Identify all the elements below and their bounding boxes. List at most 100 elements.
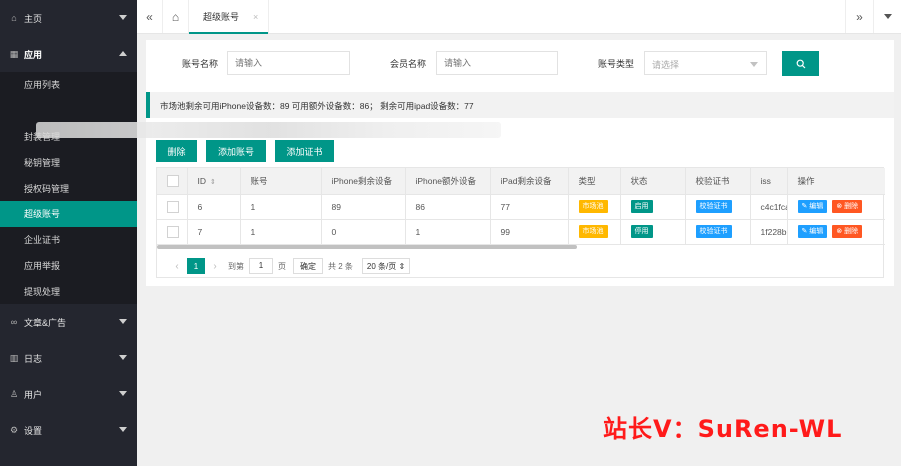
sidebar-group-label: 日志 xyxy=(24,353,43,364)
page-unit-label: 页 xyxy=(278,261,286,271)
top-tab-bar: « ⌂ 超级账号 × » xyxy=(137,0,901,34)
sort-icon[interactable]: ⇕ xyxy=(210,179,216,186)
goto-page-input[interactable]: 1 xyxy=(249,258,273,274)
cell-iphone-left: 0 xyxy=(321,219,406,245)
gear-icon: ⚙ xyxy=(9,424,19,435)
horizontal-scrollbar[interactable] xyxy=(157,245,577,249)
cell-id: 6 xyxy=(187,194,241,220)
edit-button[interactable]: ✎ 编辑 xyxy=(797,200,828,213)
sidebar-submenu: 应用列表 封装管理 秘钥管理 授权码管理 超级账号 企业证书 应用举报 提现处理 xyxy=(0,72,137,305)
app-icon: ▦ xyxy=(9,48,19,59)
header-ipad-left: iPad剩余设备 xyxy=(490,168,569,195)
sidebar-item-auth-codes[interactable]: 授权码管理 xyxy=(0,175,137,201)
account-type-label: 账号类型 xyxy=(598,59,635,69)
user-icon: ♙ xyxy=(9,388,19,399)
header-account: 账号 xyxy=(240,168,322,195)
header-iphone-left: iPhone剩余设备 xyxy=(321,168,406,195)
sidebar-group-home[interactable]: ⌂ 主页 xyxy=(0,0,137,36)
search-icon xyxy=(796,59,805,68)
main-card: 账号名称 会员名称 账号类型 请选择 市场池剩余可用iPhone设备数：89 可… xyxy=(36,40,894,286)
table-row: 7 1 0 1 99 市场池 停用 校验证书 1f228b6 ✎ 编辑 ⊗ 删除 xyxy=(157,219,885,245)
accounts-table: ID ⇕ 账号 iPhone剩余设备 iPhone额外设备 iPad剩余设备 类型… xyxy=(156,167,885,278)
row-checkbox[interactable] xyxy=(167,225,179,238)
blurred-overlay xyxy=(36,122,501,138)
sidebar: ⌂ 主页 ▦ 应用 应用列表 封装管理 秘钥管理 授权码管理 超级账号 企业证书… xyxy=(0,0,137,466)
sidebar-group-articles[interactable]: ∞ 文章&广告 xyxy=(0,304,137,340)
cell-iphone-extra: 86 xyxy=(405,194,491,220)
sidebar-group-settings[interactable]: ⚙ 设置 xyxy=(0,412,137,448)
per-page-select[interactable]: 20 条/页 ⇕ xyxy=(361,258,411,274)
search-form: 账号名称 会员名称 账号类型 请选择 xyxy=(146,51,894,76)
chevron-down-icon xyxy=(883,14,892,19)
status-badge[interactable]: 停用 xyxy=(630,225,653,238)
sidebar-group-label: 用户 xyxy=(24,389,43,400)
scroll-right-icon[interactable]: » xyxy=(845,0,873,33)
home-tab-icon[interactable]: ⌂ xyxy=(163,0,189,33)
cell-iss: 1f228b6 xyxy=(750,219,788,245)
cell-account: 1 xyxy=(240,194,322,220)
close-icon[interactable]: × xyxy=(253,12,258,22)
chevron-down-icon xyxy=(119,15,127,20)
delete-button[interactable]: 删除 xyxy=(156,140,197,162)
sidebar-group-label: 应用 xyxy=(24,49,43,60)
add-cert-button[interactable]: 添加证书 xyxy=(275,140,334,162)
edit-button[interactable]: ✎ 编辑 xyxy=(797,225,828,238)
tab-menu-button[interactable] xyxy=(873,0,901,33)
delete-row-button[interactable]: ⊗ 删除 xyxy=(832,225,863,238)
header-checkbox-cell xyxy=(157,168,188,195)
next-page-icon[interactable]: › xyxy=(207,261,223,272)
sidebar-item-reports[interactable]: 应用举报 xyxy=(0,253,137,279)
sidebar-group-users[interactable]: ♙ 用户 xyxy=(0,376,137,412)
cell-iphone-left: 89 xyxy=(321,194,406,220)
account-type-select[interactable]: 请选择 xyxy=(644,51,767,75)
add-account-button[interactable]: 添加账号 xyxy=(206,140,266,162)
sidebar-item-keys[interactable]: 秘钥管理 xyxy=(0,149,137,175)
type-badge: 市场池 xyxy=(578,225,608,238)
row-checkbox[interactable] xyxy=(167,200,179,213)
header-status: 状态 xyxy=(620,168,686,195)
cell-iss: c4c1fca xyxy=(750,194,788,220)
sidebar-item-super-accounts[interactable]: 超级账号 xyxy=(0,200,137,227)
sidebar-item-enterprise-cert[interactable]: 企业证书 xyxy=(0,227,137,253)
chevron-down-icon xyxy=(119,427,127,433)
verify-cert-button[interactable]: 校验证书 xyxy=(695,225,732,238)
search-button[interactable] xyxy=(782,51,819,76)
chevron-up-icon xyxy=(119,51,127,56)
sidebar-group-label: 文章&广告 xyxy=(24,317,67,328)
account-name-input[interactable] xyxy=(227,51,350,75)
cell-id: 7 xyxy=(187,219,241,245)
chevron-down-icon xyxy=(750,62,758,67)
account-type-placeholder: 请选择 xyxy=(652,60,680,70)
prev-page-icon[interactable]: ‹ xyxy=(169,261,185,272)
header-id[interactable]: ID ⇕ xyxy=(187,168,241,195)
account-name-label: 账号名称 xyxy=(182,59,219,69)
header-actions: 操作 xyxy=(787,168,885,195)
page-number-current[interactable]: 1 xyxy=(187,258,205,274)
select-all-checkbox[interactable] xyxy=(167,174,179,187)
watermark-text: 站长V：SuRen-WL xyxy=(603,415,843,443)
goto-confirm-button[interactable]: 确定 xyxy=(293,258,323,274)
scroll-left-icon[interactable]: « xyxy=(137,0,163,33)
sidebar-group-logs[interactable]: ▥ 日志 xyxy=(0,340,137,376)
goto-label: 到第 xyxy=(228,261,244,271)
header-iphone-extra: iPhone额外设备 xyxy=(405,168,491,195)
cell-account: 1 xyxy=(240,219,322,245)
cell-ipad-left: 99 xyxy=(490,219,569,245)
tab-super-accounts[interactable]: 超级账号 × xyxy=(189,0,270,34)
sidebar-item-app-list[interactable]: 应用列表 xyxy=(0,72,137,98)
delete-row-button[interactable]: ⊗ 删除 xyxy=(832,200,863,213)
sidebar-item-hidden[interactable] xyxy=(0,98,137,124)
table-row: 6 1 89 86 77 市场池 启用 校验证书 c4c1fca ✎ 编辑 ⊗ 删… xyxy=(157,194,885,220)
member-name-input[interactable] xyxy=(436,51,558,75)
member-name-label: 会员名称 xyxy=(390,59,427,69)
log-icon: ▥ xyxy=(9,352,19,363)
sidebar-group-apps[interactable]: ▦ 应用 xyxy=(0,36,137,72)
verify-cert-button[interactable]: 校验证书 xyxy=(695,200,732,213)
header-cert: 校验证书 xyxy=(685,168,751,195)
home-icon: ⌂ xyxy=(11,13,17,23)
sidebar-item-withdrawals[interactable]: 提现处理 xyxy=(0,278,137,304)
status-badge[interactable]: 启用 xyxy=(630,200,653,213)
header-type: 类型 xyxy=(568,168,621,195)
device-quota-notice: 市场池剩余可用iPhone设备数：89 可用额外设备数：86； 剩余可用ipad… xyxy=(146,92,894,118)
chevron-down-icon xyxy=(119,319,127,325)
